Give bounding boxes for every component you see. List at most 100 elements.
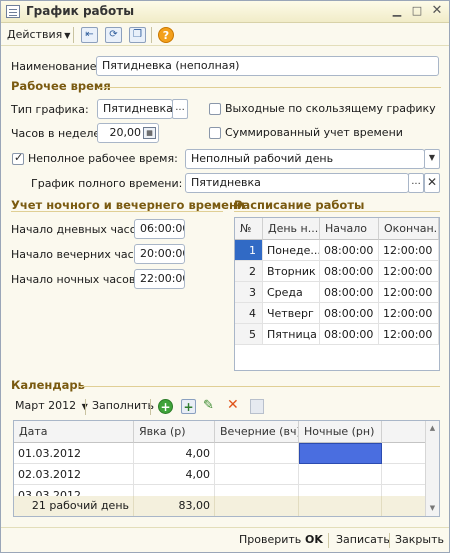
scroll-down-icon[interactable]: ▼ [426, 501, 439, 515]
toolbar-separator [85, 399, 86, 415]
refresh-icon[interactable]: ⟳ [105, 27, 122, 43]
night-start-label: Начало ночных часов: [11, 273, 140, 286]
row-number: 2 [235, 261, 263, 282]
copy-row-icon[interactable]: + [181, 399, 196, 414]
save-button[interactable]: Записать [336, 533, 390, 546]
evening-cell[interactable] [215, 443, 299, 464]
maximize-icon[interactable]: □ [409, 4, 425, 19]
yavka-cell[interactable]: 4,00 [134, 443, 215, 464]
summarized-checkbox[interactable] [209, 127, 221, 139]
start-cell[interactable]: 08:00:00 [320, 324, 379, 345]
schedule-type-field[interactable]: Пятидневка [97, 99, 173, 119]
clear-icon[interactable]: ✕ [424, 173, 440, 193]
start-cell[interactable]: 08:00:00 [320, 240, 379, 261]
actions-menu[interactable]: Действия ▼ [7, 28, 70, 41]
day-cell[interactable]: Пятница [263, 324, 320, 345]
sliding-weekends-checkbox[interactable] [209, 103, 221, 115]
footer-cell [382, 496, 426, 516]
end-edit-icon[interactable] [250, 399, 264, 414]
footer-cell [299, 496, 382, 516]
end-cell[interactable]: 12:00:00 [379, 324, 439, 345]
column-header[interactable]: Начало [320, 218, 379, 240]
help-icon[interactable]: ? [158, 27, 174, 43]
actions-label: Действия [7, 28, 63, 41]
toolbar-separator [151, 27, 152, 43]
day-cell[interactable]: Четверг [263, 303, 320, 324]
calendar-table: Дата Явка (р) Вечерние (вч) Ночные (рн) … [13, 420, 440, 517]
schedule-type-label: Тип графика: [11, 103, 89, 116]
save-close-icon[interactable]: ⇤ [81, 27, 98, 43]
night-start-field[interactable]: 22:00:00 [134, 269, 185, 289]
fill-button[interactable]: Заполнить [92, 399, 154, 417]
footer-total: 83,00 [134, 496, 215, 516]
toolbar-separator [73, 27, 74, 43]
column-header[interactable]: Вечерние (вч) [215, 421, 299, 443]
empty-cell [382, 464, 426, 485]
evening-start-field[interactable]: 20:00:00 [134, 244, 185, 264]
column-header[interactable]: Окончан... [379, 218, 439, 240]
select-button[interactable]: ... [408, 173, 424, 193]
window-title: График работы [26, 4, 135, 18]
summarized-label: Суммированный учет времени [225, 126, 403, 139]
toolbar: Действия ▼ ⇤ ⟳ ❐ ? [1, 24, 449, 46]
bottom-bar: Проверить OK Записать Закрыть [1, 527, 449, 552]
check-button[interactable]: Проверить [239, 533, 301, 546]
month-label: Март 2012 [15, 399, 77, 412]
name-label: Наименование: [11, 60, 101, 73]
close-icon[interactable]: ✕ [429, 4, 445, 19]
copy-icon[interactable]: ❐ [129, 27, 146, 43]
day-cell[interactable]: Понеде... [263, 240, 320, 261]
delete-icon[interactable]: ✕ [227, 397, 239, 413]
column-header[interactable]: Ночные (рн) [299, 421, 382, 443]
day-cell[interactable]: Вторник [263, 261, 320, 282]
full-schedule-field[interactable]: Пятидневка [185, 173, 409, 193]
start-cell[interactable]: 08:00:00 [320, 303, 379, 324]
calculator-icon[interactable]: ▦ [143, 127, 156, 139]
part-time-field[interactable]: Неполный рабочий день [185, 149, 425, 169]
minimize-icon[interactable]: ▁ [389, 4, 405, 19]
footer-days: 21 рабочий день [14, 496, 134, 516]
part-time-checkbox[interactable] [12, 151, 24, 165]
night-cell[interactable] [299, 464, 382, 485]
section-divider [11, 211, 223, 212]
end-cell[interactable]: 12:00:00 [379, 261, 439, 282]
day-start-field[interactable]: 06:00:00 [134, 219, 185, 239]
name-field[interactable]: Пятидневка (неполная) [96, 56, 439, 76]
row-number: 4 [235, 303, 263, 324]
column-header[interactable]: День н... [263, 218, 320, 240]
close-button[interactable]: Закрыть [395, 533, 444, 546]
start-cell[interactable]: 08:00:00 [320, 282, 379, 303]
calendar-section-title: Календарь [11, 378, 85, 392]
day-start-label: Начало дневных часов: [11, 223, 147, 236]
edit-icon[interactable]: ✎ [203, 398, 214, 413]
end-cell[interactable]: 12:00:00 [379, 282, 439, 303]
sliding-weekends-label: Выходные по скользящему графику [225, 102, 436, 115]
column-header[interactable]: Явка (р) [134, 421, 215, 443]
day-cell[interactable]: Среда [263, 282, 320, 303]
column-header[interactable]: № [235, 218, 263, 240]
button-separator [328, 533, 329, 548]
ok-button[interactable]: OK [305, 533, 323, 546]
select-button[interactable]: ... [172, 99, 188, 119]
night-cell[interactable] [299, 443, 382, 464]
work-time-section-title: Рабочее время [11, 79, 111, 93]
month-selector[interactable]: Март 2012 ▼ [15, 399, 88, 417]
date-cell[interactable]: 02.03.2012 [14, 464, 134, 485]
footer-cell [215, 496, 299, 516]
add-icon[interactable]: + [158, 399, 173, 414]
section-divider [79, 386, 440, 387]
toolbar-separator [150, 399, 151, 415]
end-cell[interactable]: 12:00:00 [379, 303, 439, 324]
part-time-dropdown-icon[interactable]: ▼ [424, 149, 440, 169]
vertical-scrollbar[interactable]: ▲ ▼ [425, 421, 439, 516]
yavka-cell[interactable]: 4,00 [134, 464, 215, 485]
scroll-up-icon[interactable]: ▲ [426, 421, 439, 435]
night-evening-section-title: Учет ночного и вечернего времени [11, 198, 245, 212]
end-cell[interactable]: 12:00:00 [379, 240, 439, 261]
form-icon [6, 5, 20, 18]
evening-cell[interactable] [215, 464, 299, 485]
date-cell[interactable]: 01.03.2012 [14, 443, 134, 464]
full-schedule-label: График полного времени: [31, 177, 183, 190]
start-cell[interactable]: 08:00:00 [320, 261, 379, 282]
column-header[interactable]: Дата [14, 421, 134, 443]
